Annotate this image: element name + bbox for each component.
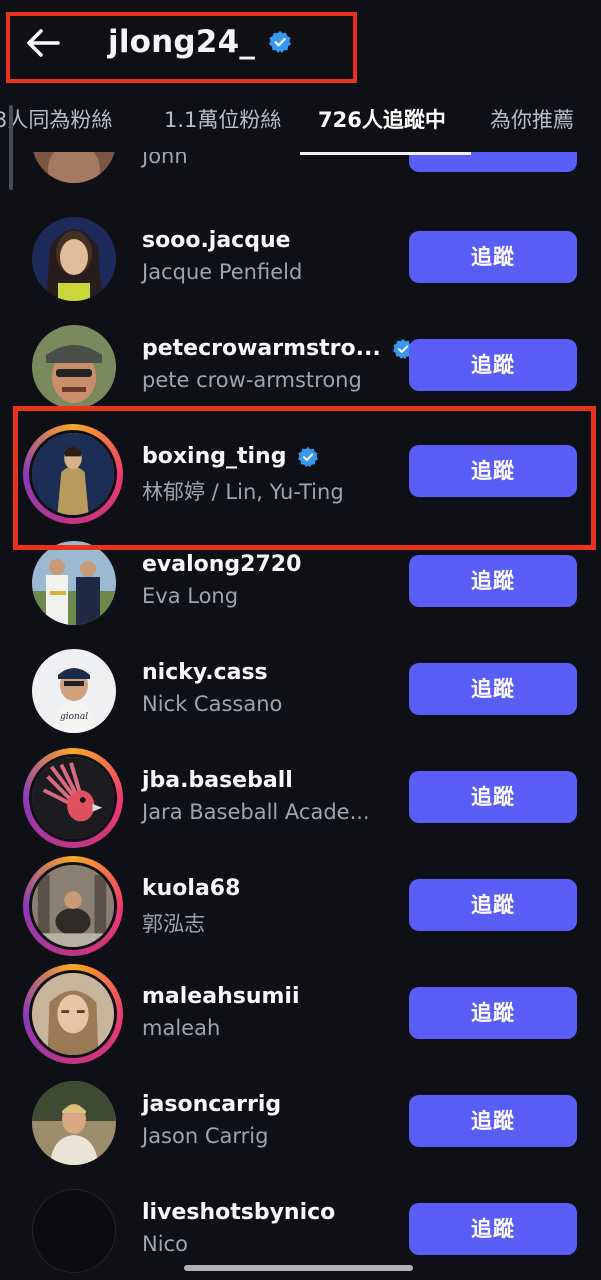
user-fullname: Jacque Penfield bbox=[142, 260, 303, 284]
username[interactable]: petecrowarmstro... bbox=[142, 336, 413, 361]
follow-button[interactable]: 追蹤 bbox=[409, 1095, 577, 1147]
avatar[interactable] bbox=[29, 754, 117, 842]
following-list: John sooo.jacque Jacque Penfield 追蹤 pete… bbox=[0, 0, 601, 1280]
follow-button[interactable]: 追蹤 bbox=[409, 987, 577, 1039]
username[interactable]: jba.baseball bbox=[142, 768, 293, 793]
avatar[interactable] bbox=[32, 217, 116, 301]
tab-followers[interactable]: 1.1萬位粉絲 bbox=[164, 92, 281, 150]
avatar[interactable] bbox=[29, 970, 117, 1058]
follow-button[interactable]: 追蹤 bbox=[409, 231, 577, 283]
top-bar: jlong24_ bbox=[0, 0, 601, 90]
list-item[interactable]: jasoncarrig Jason Carrig 追蹤 bbox=[0, 1064, 601, 1172]
list-item[interactable]: gional nicky.cass Nick Cassano 追蹤 bbox=[0, 632, 601, 740]
avatar[interactable] bbox=[32, 325, 116, 409]
scrollbar[interactable] bbox=[9, 105, 13, 190]
tab-following[interactable]: 726人追蹤中 bbox=[318, 92, 446, 150]
user-fullname: Jara Baseball Acade... bbox=[142, 800, 370, 824]
user-fullname: Jason Carrig bbox=[142, 1124, 269, 1148]
user-fullname: Nico bbox=[142, 1232, 188, 1256]
list-item[interactable]: kuola68 郭泓志 追蹤 bbox=[0, 848, 601, 956]
avatar[interactable]: gional bbox=[32, 649, 116, 733]
active-tab-indicator bbox=[300, 152, 471, 155]
follow-button[interactable]: 追蹤 bbox=[409, 663, 577, 715]
username[interactable]: liveshotsbynico bbox=[142, 1200, 335, 1225]
username[interactable]: kuola68 bbox=[142, 876, 240, 901]
tab-bar: 3人同為粉絲 1.1萬位粉絲 726人追蹤中 為你推薦 bbox=[0, 92, 601, 152]
avatar[interactable] bbox=[32, 541, 116, 625]
user-fullname: 郭泓志 bbox=[142, 912, 205, 936]
user-fullname: maleah bbox=[142, 1016, 221, 1040]
follow-button[interactable]: 追蹤 bbox=[409, 879, 577, 931]
username[interactable]: sooo.jacque bbox=[142, 228, 291, 253]
user-fullname: Eva Long bbox=[142, 584, 239, 608]
avatar[interactable] bbox=[32, 1081, 116, 1165]
follow-button[interactable]: 追蹤 bbox=[409, 771, 577, 823]
avatar[interactable] bbox=[32, 1189, 116, 1273]
tab-mutual-followers[interactable]: 3人同為粉絲 bbox=[0, 92, 112, 150]
follow-button[interactable]: 追蹤 bbox=[409, 555, 577, 607]
list-item[interactable]: liveshotsbynico Nico 追蹤 bbox=[0, 1172, 601, 1280]
highlight-box bbox=[13, 406, 596, 550]
list-item[interactable]: sooo.jacque Jacque Penfield 追蹤 bbox=[0, 200, 601, 308]
list-item[interactable]: maleahsumii maleah 追蹤 bbox=[0, 956, 601, 1064]
home-indicator[interactable] bbox=[184, 1265, 413, 1271]
username[interactable]: evalong2720 bbox=[142, 552, 301, 577]
follow-button[interactable]: 追蹤 bbox=[409, 1203, 577, 1255]
tab-suggested[interactable]: 為你推薦 bbox=[490, 92, 574, 150]
svg-text:gional: gional bbox=[60, 712, 88, 722]
following-screen: John sooo.jacque Jacque Penfield 追蹤 pete… bbox=[0, 0, 601, 1280]
user-fullname: Nick Cassano bbox=[142, 692, 283, 716]
list-item[interactable]: jba.baseball Jara Baseball Acade... 追蹤 bbox=[0, 740, 601, 848]
username[interactable]: nicky.cass bbox=[142, 660, 268, 685]
list-item[interactable]: petecrowarmstro... pete crow-armstrong 追… bbox=[0, 308, 601, 416]
highlight-box bbox=[6, 12, 357, 83]
username[interactable]: maleahsumii bbox=[142, 984, 300, 1009]
user-fullname: pete crow-armstrong bbox=[142, 368, 362, 392]
follow-button[interactable]: 追蹤 bbox=[409, 339, 577, 391]
username[interactable]: jasoncarrig bbox=[142, 1092, 281, 1117]
avatar[interactable] bbox=[29, 862, 117, 950]
